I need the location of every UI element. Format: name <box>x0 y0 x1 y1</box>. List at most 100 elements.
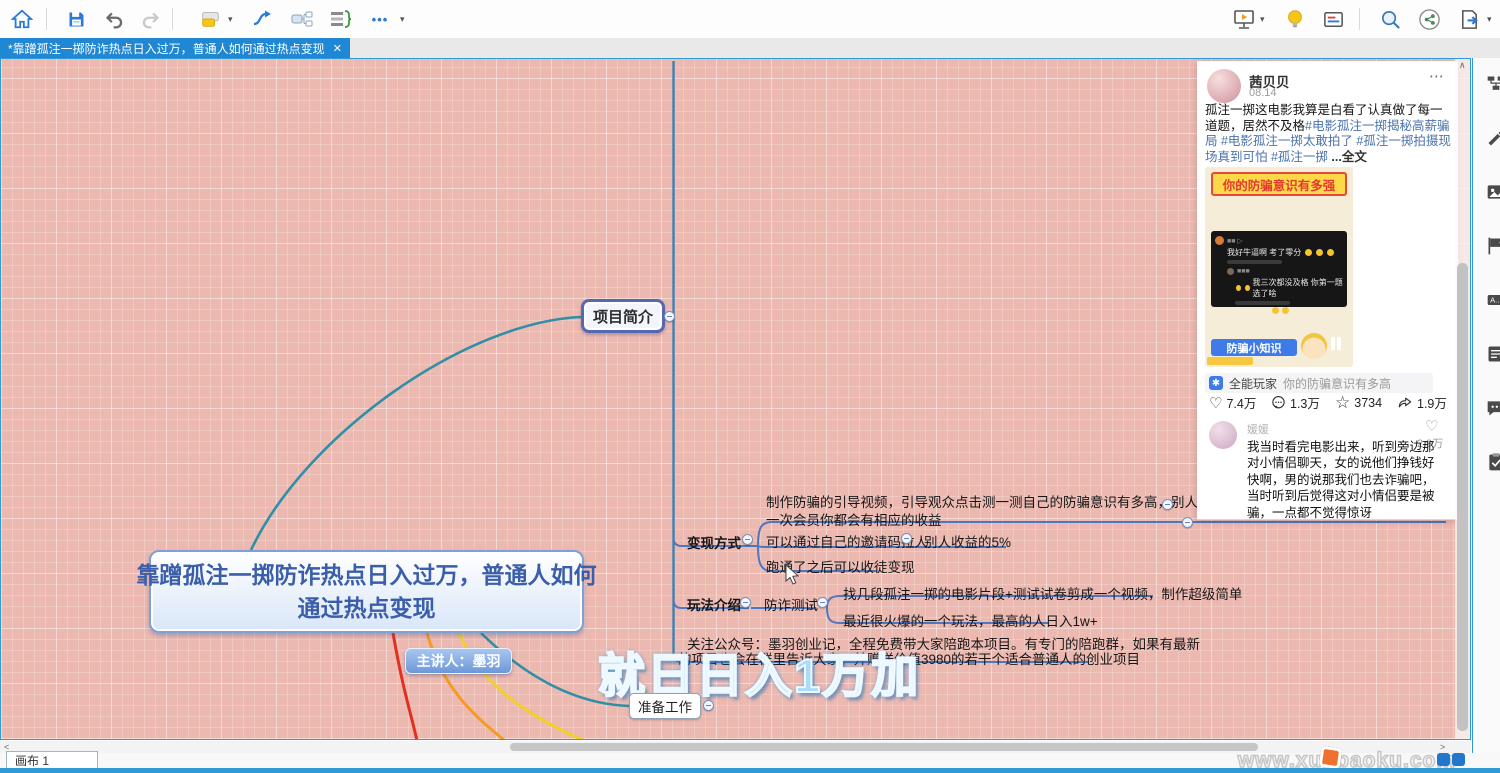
commenter-avatar[interactable] <box>1209 421 1237 449</box>
video-thumbnail[interactable]: 你的防骗意识有多强 ■■ ▷ 我好牛逼啊 考了零分 ■■■ 我三次都没及格 你第… <box>1205 167 1353 367</box>
collapse-icon-anti-fraud-test[interactable] <box>817 597 828 608</box>
favorite-stat[interactable]: ☆ 3734 <box>1335 393 1382 413</box>
status-bar: 画布 1 www.xunbaoku.com <box>0 753 1500 768</box>
post-text: 孤注一掷这电影我算是白看了认真做了每一道题，居然不及格#电影孤注一掷揭秘高薪骗局… <box>1205 103 1451 165</box>
engagement-row: ♡ 7.4万 1.3万 ☆ 3734 1.9万 <box>1205 393 1451 415</box>
home-icon[interactable] <box>8 6 36 32</box>
share-icon[interactable] <box>1415 6 1443 32</box>
watermark-badge-2 <box>1452 753 1465 766</box>
share-count: 1.9万 <box>1417 393 1447 412</box>
insert-topic-icon[interactable] <box>196 6 224 32</box>
sidebar-style-brush-icon[interactable] <box>1485 128 1500 148</box>
undo-icon[interactable] <box>100 6 128 32</box>
video-banner-text: 你的防骗意识有多强 <box>1211 172 1347 196</box>
node-test-hot[interactable]: 最近很火爆的一个玩法，最高的人日入1w+ <box>843 610 1098 630</box>
tab-close-icon[interactable]: ✕ <box>333 42 342 55</box>
mindmap-canvas[interactable]: 项目简介 靠蹭孤注一掷防诈热点日入过万，普通人如何 通过热点变现 主讲人：墨羽 … <box>0 58 1471 740</box>
node-test-make[interactable]: 找几段孤注一掷的电影片段+测试试卷剪成一个视频，制作超级简单 <box>843 583 1242 603</box>
video-comment-screenshot: ■■ ▷ 我好牛逼啊 考了零分 ■■■ 我三次都没及格 你第一题选了啥 <box>1211 231 1347 307</box>
more-tools-caret[interactable]: ▾ <box>400 14 405 25</box>
sidebar-flag-icon[interactable] <box>1485 236 1500 256</box>
presentation-caret[interactable]: ▾ <box>1260 14 1265 25</box>
pause-icon[interactable] <box>1331 337 1335 350</box>
favorite-count: 3734 <box>1354 396 1382 410</box>
more-tools-icon[interactable]: ••• <box>366 6 394 32</box>
node-guide-video-line2[interactable]: 一次会员你都会有相应的收益 <box>766 509 942 529</box>
mini-app-desc: 你的防骗意识有多高 <box>1283 375 1391 392</box>
post-author-avatar[interactable] <box>1207 69 1241 103</box>
main-toolbar: ▾ ••• ▾ ▾ ▾ <box>0 0 1500 39</box>
collapse-icon-monetize[interactable] <box>742 534 753 545</box>
pause-icon-bar2[interactable] <box>1337 337 1341 350</box>
comment-text: 我当时看完电影出来，听到旁边那对小情侣聊天，女的说他们挣钱好快啊，男的说那我们也… <box>1247 439 1439 520</box>
comment-like-heart-icon[interactable]: ♡ <box>1425 417 1438 435</box>
right-sidebar: A.. <box>1472 58 1500 753</box>
central-topic-line2: 通过热点变现 <box>298 592 436 625</box>
share-stat[interactable]: 1.9万 <box>1397 393 1447 412</box>
boundary-icon[interactable] <box>288 6 316 32</box>
central-topic-line1: 靠蹭孤注一掷防诈热点日入过万，普通人如何 <box>137 559 597 592</box>
sidebar-structure-icon[interactable] <box>1485 74 1500 94</box>
comment-count: 1.3万 <box>1290 393 1320 412</box>
video-inner-comment-2: 我三次都没及格 你第一题选了啥 <box>1253 277 1344 299</box>
collapse-icon-play-intro[interactable] <box>740 597 751 608</box>
commenter-name[interactable]: 媛媛 <box>1247 421 1269 437</box>
video-cartoon-face <box>1301 333 1327 359</box>
video-inner-comment-1: 我好牛逼啊 考了零分 <box>1227 247 1301 258</box>
horizontal-scroll-thumb[interactable] <box>510 743 1258 751</box>
redo-icon[interactable] <box>136 6 164 32</box>
post-more-icon[interactable]: ⋯ <box>1429 67 1445 85</box>
comment-bubble-icon <box>1271 395 1286 410</box>
collapse-icon-preparation[interactable] <box>703 700 714 711</box>
topic-dropdown-caret[interactable]: ▾ <box>228 14 233 25</box>
mini-app-tag-row[interactable]: ✱ 全能玩家 你的防骗意识有多高 <box>1205 373 1433 393</box>
idea-bulb-icon[interactable] <box>1281 6 1309 32</box>
post-full-more[interactable]: ...全文 <box>1331 150 1366 164</box>
like-stat[interactable]: ♡ 7.4万 <box>1209 393 1256 412</box>
vertical-scroll-thumb[interactable] <box>1457 263 1468 731</box>
relationship-icon[interactable] <box>248 6 276 32</box>
export-icon[interactable] <box>1455 6 1483 32</box>
video-ribbon-text: 防骗小知识 <box>1211 339 1297 356</box>
post-date: 08.14 <box>1249 87 1277 99</box>
export-caret[interactable]: ▾ <box>1487 14 1492 25</box>
sidebar-notes-icon[interactable] <box>1485 344 1500 364</box>
vertical-scrollbar[interactable]: ∧ <box>1455 59 1470 739</box>
node-project-intro[interactable]: 项目简介 <box>581 299 665 333</box>
node-monetize-methods[interactable]: 变现方式 <box>687 532 741 552</box>
star-icon: ☆ <box>1335 393 1350 413</box>
bottom-accent-strip <box>0 768 1500 773</box>
video-mini-tag <box>1207 357 1253 365</box>
sidebar-image-icon[interactable] <box>1485 182 1500 202</box>
node-presenter-badge[interactable]: 主讲人：墨羽 <box>405 648 512 674</box>
summary-outline-icon[interactable] <box>326 6 354 32</box>
sidebar-label-icon[interactable]: A.. <box>1485 290 1500 310</box>
node-preparation[interactable]: 准备工作 <box>629 693 701 719</box>
watermark-badge-1 <box>1437 753 1450 766</box>
node-play-intro[interactable]: 玩法介绍 <box>687 594 741 614</box>
presentation-icon[interactable] <box>1230 6 1258 32</box>
sidebar-comment-icon[interactable] <box>1485 398 1500 418</box>
comment-stat[interactable]: 1.3万 <box>1271 393 1320 412</box>
mini-app-name: 全能玩家 <box>1229 375 1277 392</box>
collapse-icon-project-intro[interactable] <box>664 311 675 322</box>
node-anti-fraud-test[interactable]: 防诈测试 <box>764 594 818 614</box>
node-invite-gain[interactable]: 别人收益的5% <box>924 531 1011 551</box>
watermark-logo <box>1319 746 1343 770</box>
canvas-sheet-tab[interactable]: 画布 1 <box>6 751 98 769</box>
document-tab[interactable]: *靠蹭孤注一掷防诈热点日入过万，普通人如何通过热点变现 ✕ <box>0 38 350 58</box>
collapse-icon-guide-video-end[interactable] <box>1182 517 1193 528</box>
sidebar-task-icon[interactable] <box>1485 452 1500 472</box>
search-icon[interactable] <box>1376 6 1404 32</box>
collapse-icon-guide-video[interactable] <box>1162 499 1173 510</box>
notes-panel-icon[interactable] <box>1319 6 1347 32</box>
save-icon[interactable] <box>62 6 90 32</box>
mindmap-app-window: ▾ ••• ▾ ▾ ▾ *靠蹭孤注一掷防诈热点日入过万，普通人如何通过热点变现 … <box>0 0 1500 773</box>
document-tab-title: *靠蹭孤注一掷防诈热点日入过万，普通人如何通过热点变现 <box>8 40 325 57</box>
collapse-icon-invite[interactable] <box>901 533 912 544</box>
node-central-topic[interactable]: 靠蹭孤注一掷防诈热点日入过万，普通人如何 通过热点变现 <box>149 550 584 633</box>
svg-text:A..: A.. <box>1490 296 1499 305</box>
mini-app-icon: ✱ <box>1209 376 1223 390</box>
scroll-up-arrow[interactable]: ∧ <box>1459 60 1466 71</box>
like-count: 7.4万 <box>1226 393 1256 412</box>
